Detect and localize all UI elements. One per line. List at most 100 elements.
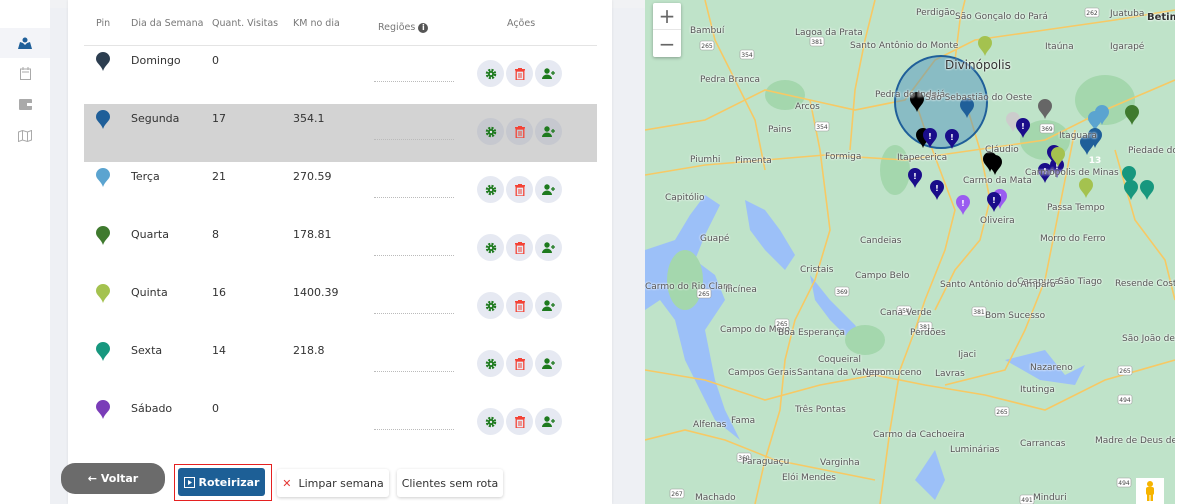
- delete-button[interactable]: [506, 176, 533, 203]
- visits-cell: 21: [212, 170, 226, 183]
- route-shield-icon: 265: [699, 40, 715, 51]
- table-row[interactable]: Terça 21 270.59: [84, 162, 597, 220]
- street-view-pegman-icon[interactable]: [1136, 478, 1164, 504]
- map-marker-icon: [1124, 180, 1138, 200]
- sidebar-item-map[interactable]: [0, 121, 50, 151]
- add-client-button[interactable]: [535, 234, 562, 261]
- forest-area: [845, 325, 885, 355]
- route-shield-icon: 381: [809, 36, 825, 47]
- header-visits: Quant. Visitas: [212, 18, 279, 29]
- table-row[interactable]: Segunda 17 354.1: [84, 104, 597, 162]
- delete-button[interactable]: [506, 118, 533, 145]
- route-shield-label: 494: [1119, 397, 1131, 404]
- route-shield-icon: 369: [834, 286, 850, 297]
- map-label: Lavras: [935, 369, 965, 379]
- regions-field[interactable]: [374, 371, 454, 372]
- map-label: Cláudio: [985, 145, 1019, 155]
- km-cell: 270.59: [293, 170, 332, 183]
- alert-mark-icon: !: [913, 172, 917, 181]
- settings-button[interactable]: [477, 234, 504, 261]
- visits-cell: 17: [212, 112, 226, 125]
- map-label: Morro do Ferro: [1040, 234, 1106, 244]
- zoom-in-button[interactable]: +: [653, 3, 681, 30]
- table-row[interactable]: Domingo 0: [84, 46, 597, 104]
- user-plus-icon: [542, 68, 555, 79]
- add-client-button[interactable]: [535, 350, 562, 377]
- map-label: São Gonçalo do Pará: [955, 12, 1048, 22]
- delete-button[interactable]: [506, 234, 533, 261]
- route-shield-label: 265: [1119, 368, 1131, 375]
- delete-button[interactable]: [506, 60, 533, 87]
- gear-icon: [485, 68, 496, 79]
- zoom-out-button[interactable]: −: [653, 30, 681, 57]
- table-row[interactable]: Sexta 14 218.8: [84, 336, 597, 394]
- table-row[interactable]: Quinta 16 1400.39: [84, 278, 597, 336]
- map-label: Santo Antônio do Amparo: [940, 280, 1056, 290]
- map-label: Minduri: [1033, 493, 1067, 503]
- clear-week-button[interactable]: ✕ Limpar semana: [277, 469, 389, 497]
- regions-field[interactable]: [374, 139, 454, 140]
- regions-field[interactable]: [374, 197, 454, 198]
- x-icon: ✕: [282, 476, 292, 490]
- add-client-button[interactable]: [535, 408, 562, 435]
- route-shield-label: 381: [973, 309, 985, 316]
- alert-mark-icon: !: [1021, 122, 1025, 131]
- unrouted-clients-button[interactable]: Clientes sem rota: [397, 469, 503, 497]
- route-shield-label: 265: [996, 409, 1008, 416]
- route-shield-label: 354: [816, 124, 828, 131]
- map-label: Luminárias: [950, 445, 1000, 455]
- map-label: Três Pontas: [795, 405, 846, 415]
- map-label: São Tiago: [1058, 277, 1103, 287]
- route-shield-label: 369: [836, 289, 848, 296]
- table-row[interactable]: Sábado 0: [84, 394, 597, 452]
- visits-cell: 14: [212, 344, 226, 357]
- alert-mark-icon: !: [992, 196, 996, 205]
- gear-icon: [485, 184, 496, 195]
- settings-button[interactable]: [477, 60, 504, 87]
- map-marker-icon: [978, 36, 992, 56]
- route-button[interactable]: Roteirizar: [178, 468, 265, 496]
- regions-field[interactable]: [374, 429, 454, 430]
- gear-icon: [485, 300, 496, 311]
- table-row[interactable]: Quarta 8 178.81: [84, 220, 597, 278]
- add-client-button[interactable]: [535, 60, 562, 87]
- route-shield-icon: 267: [669, 488, 685, 499]
- zoom-control: + −: [653, 3, 681, 57]
- back-button[interactable]: ← Voltar: [61, 463, 165, 494]
- map-label: Bambuí: [690, 26, 725, 36]
- regions-field[interactable]: [374, 255, 454, 256]
- settings-button[interactable]: [477, 118, 504, 145]
- user-plus-icon: [542, 416, 555, 427]
- user-plus-icon: [542, 300, 555, 311]
- sidebar-item-wallet[interactable]: [0, 89, 50, 119]
- settings-button[interactable]: [477, 292, 504, 319]
- delete-button[interactable]: [506, 292, 533, 319]
- regions-field[interactable]: [374, 313, 454, 314]
- delete-button[interactable]: [506, 350, 533, 377]
- map-marker-icon: [1140, 180, 1154, 200]
- add-client-button[interactable]: [535, 118, 562, 145]
- km-cell: 178.81: [293, 228, 332, 241]
- route-shield-label: 369: [1041, 126, 1053, 133]
- map-label: Campo Belo: [855, 271, 910, 281]
- settings-button[interactable]: [477, 350, 504, 377]
- settings-button[interactable]: [477, 176, 504, 203]
- map-label: Bom Sucesso: [985, 311, 1046, 321]
- map-label: Arcos: [795, 102, 820, 112]
- delete-button[interactable]: [506, 408, 533, 435]
- settings-button[interactable]: [477, 408, 504, 435]
- unrouted-clients-label: Clientes sem rota: [401, 476, 499, 490]
- add-client-button[interactable]: [535, 292, 562, 319]
- km-cell: 1400.39: [293, 286, 339, 299]
- map-label: Pedra Branca: [700, 75, 760, 85]
- info-icon[interactable]: i: [418, 23, 429, 33]
- regions-field[interactable]: [374, 81, 454, 82]
- sidebar-item-calendar[interactable]: [0, 58, 50, 88]
- header-km: KM no dia: [293, 18, 340, 29]
- map[interactable]: 354 354 381 369 265 265 369 354 381 265 381 265 369 4…: [645, 0, 1183, 504]
- map-label: Resende Costa: [1115, 279, 1182, 289]
- add-client-button[interactable]: [535, 176, 562, 203]
- map-label: Machado: [695, 493, 736, 503]
- sidebar-item-routes[interactable]: [0, 28, 50, 58]
- km-cell: 354.1: [293, 112, 325, 125]
